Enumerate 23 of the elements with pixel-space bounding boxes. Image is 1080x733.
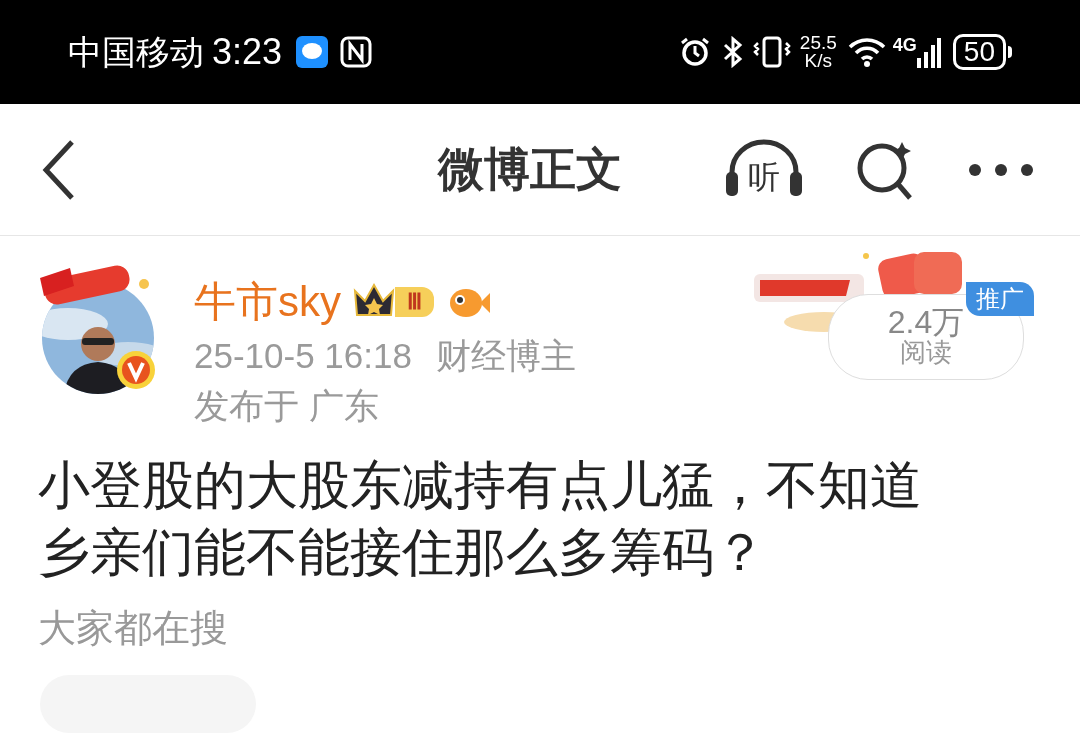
message-icon bbox=[296, 36, 329, 68]
signal-icon bbox=[916, 36, 941, 68]
clock-time: 3:23 bbox=[212, 30, 283, 74]
post-time: 25-10-5 16:18 bbox=[194, 335, 412, 377]
network-speed: 25.5 bbox=[799, 34, 837, 52]
post-location: 发布于 广东 bbox=[194, 385, 380, 427]
listen-button[interactable]: 听 bbox=[724, 137, 804, 202]
network-type: 4G bbox=[892, 34, 917, 57]
post-text: 小登股的大股东减持有点儿猛，不知道乡亲们能不能接住那么多筹码？ bbox=[37, 455, 923, 583]
network-speed-unit: K/s bbox=[804, 52, 833, 70]
section-heading: 大家都在搜 bbox=[37, 606, 229, 651]
carrier-name: 中国移动 bbox=[68, 31, 204, 73]
nfc-icon bbox=[340, 36, 373, 68]
bluetooth-icon bbox=[721, 36, 744, 68]
page-title: 微博正文 bbox=[438, 142, 622, 197]
more-icon[interactable] bbox=[968, 162, 1034, 177]
read-count-label: 阅读 bbox=[900, 337, 952, 367]
promoted-tag: 推广 bbox=[966, 282, 1034, 316]
wifi-icon bbox=[846, 36, 887, 68]
author-role: 财经博主 bbox=[435, 335, 576, 377]
rank-badge: Ⅲ bbox=[395, 287, 434, 317]
battery-indicator: 50 bbox=[952, 34, 1012, 70]
vibrate-icon bbox=[751, 35, 792, 69]
